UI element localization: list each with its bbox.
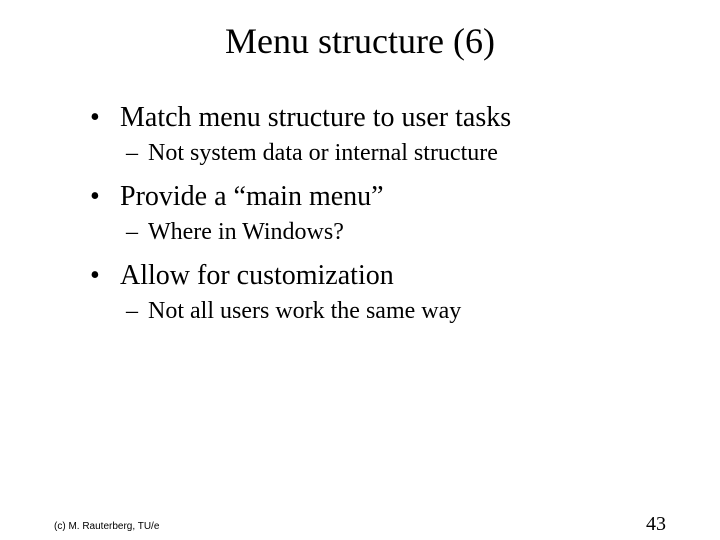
sub-bullet-text: Where in Windows?	[148, 219, 344, 246]
bullet-item: • Provide a “main menu”	[90, 181, 680, 213]
sub-bullet-item: – Not all users work the same way	[126, 298, 680, 325]
sub-bullet-text: Not all users work the same way	[148, 298, 461, 325]
slide: Menu structure (6) • Match menu structur…	[0, 20, 720, 540]
sub-bullet-marker: –	[126, 140, 148, 167]
sub-bullet-text: Not system data or internal structure	[148, 140, 498, 167]
sub-bullet-item: – Not system data or internal structure	[126, 140, 680, 167]
bullet-marker: •	[90, 181, 120, 213]
sub-bullet-marker: –	[126, 219, 148, 246]
bullet-marker: •	[90, 102, 120, 134]
bullet-item: • Match menu structure to user tasks	[90, 102, 680, 134]
sub-bullet-marker: –	[126, 298, 148, 325]
footer-copyright: (c) M. Rauterberg, TU/e	[54, 521, 159, 532]
bullet-text: Provide a “main menu”	[120, 181, 384, 213]
sub-bullet-item: – Where in Windows?	[126, 219, 680, 246]
slide-content: • Match menu structure to user tasks – N…	[90, 102, 680, 325]
bullet-marker: •	[90, 260, 120, 292]
bullet-text: Match menu structure to user tasks	[120, 102, 511, 134]
page-number: 43	[646, 513, 666, 536]
bullet-text: Allow for customization	[120, 260, 394, 292]
bullet-item: • Allow for customization	[90, 260, 680, 292]
slide-title: Menu structure (6)	[0, 20, 720, 62]
